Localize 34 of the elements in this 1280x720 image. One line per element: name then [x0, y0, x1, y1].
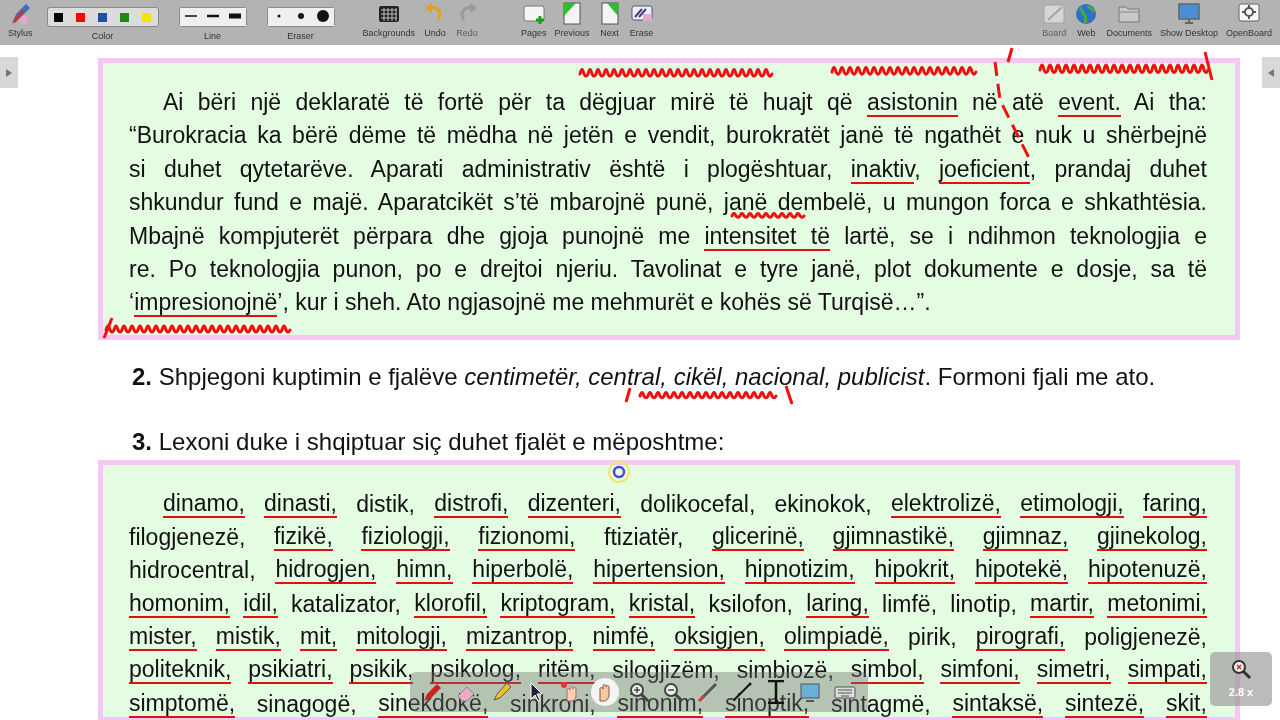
question-text: 2. Shpjegoni kuptimin e fjalëve centimetër, central, cikël, nacional, publicist. Formoni fjali me ato.: [132, 361, 1157, 392]
line-width-button[interactable]: [179, 8, 202, 26]
side-panel-tab[interactable]: [0, 57, 18, 88]
expand-icon: [6, 68, 12, 77]
toolbar-button[interactable]: Show Desktop: [1155, 2, 1222, 39]
toolbar-button[interactable]: OpenBoard: [1221, 2, 1276, 39]
toolbar-button[interactable]: Stylus: [4, 2, 37, 39]
globe-icon: [1074, 2, 1099, 26]
toolbar-button[interactable]: Previous: [550, 2, 594, 39]
expand-icon: [1268, 68, 1274, 77]
toolbar-group-label: Color: [91, 31, 114, 42]
cursor-icon: [607, 459, 631, 484]
dot-icon: [315, 9, 330, 23]
toolbar-button[interactable]: Backgrounds: [358, 2, 420, 39]
line-width-icon: [228, 12, 241, 20]
magnifier-icon: [1230, 657, 1252, 680]
toolbar-group-label: Line: [204, 31, 221, 42]
line-width-icon: [206, 12, 219, 20]
pencil-board-icon: [1042, 2, 1067, 26]
toolbar-button[interactable]: Next: [593, 2, 626, 39]
toolbar-group-label: Eraser: [287, 31, 314, 42]
toolbar-button[interactable]: Erase: [625, 2, 658, 39]
eraser-size-button[interactable]: [311, 8, 334, 26]
zoom-level-text: 2.8 x: [1228, 684, 1254, 700]
toolbar-button[interactable]: Documents: [1102, 2, 1156, 39]
add-page-icon: [521, 2, 546, 26]
monitor-icon: [1176, 2, 1201, 26]
side-panel-tab[interactable]: [1262, 57, 1280, 88]
question-text: 3. Lexoni duke i shqiptuar siç duhet fjalët e mëposhtme:: [132, 426, 726, 457]
line-width-icon: [184, 12, 197, 20]
toolbar-button[interactable]: Pages: [517, 2, 551, 39]
toolbar-button[interactable]: Web: [1070, 2, 1103, 39]
line-width-button[interactable]: [223, 8, 246, 26]
toolbar-button[interactable]: Undo: [419, 2, 452, 39]
